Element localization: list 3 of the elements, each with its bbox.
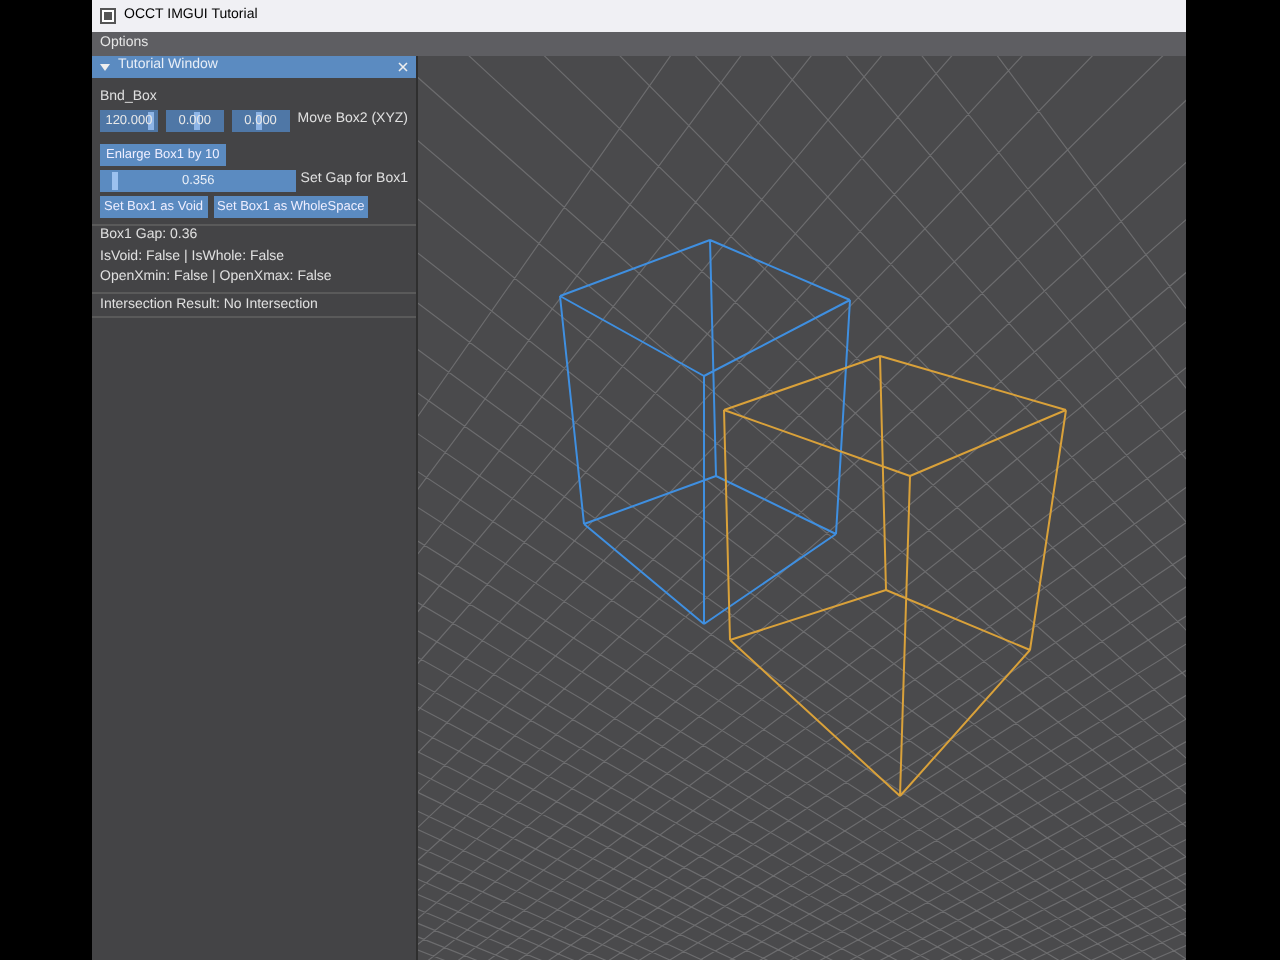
collapse-icon[interactable] [100,62,110,72]
app-icon [100,8,116,24]
close-icon[interactable] [398,62,408,72]
